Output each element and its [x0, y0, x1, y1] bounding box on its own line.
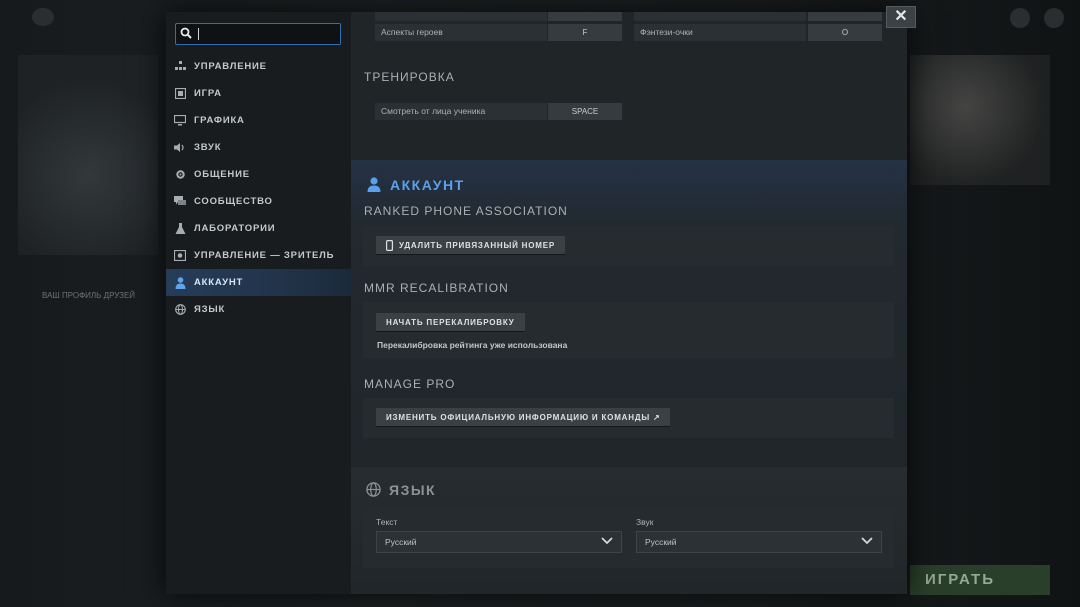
background-icon [1010, 8, 1030, 28]
speaker-icon [174, 142, 186, 154]
hotkey-label: Смотреть от лица ученика [381, 106, 486, 116]
sidebar-item-label: УПРАВЛЕНИЕ — ЗРИТЕЛЬ [194, 250, 335, 261]
sidebar-item-label: ОБЩЕНИЕ [194, 169, 250, 180]
sidebar-item-label: ЯЗЫК [194, 304, 226, 315]
text-language-value: Русский [385, 537, 417, 547]
search-icon [180, 27, 192, 39]
text-language-label: Текст [376, 517, 398, 527]
sound-language-value: Русский [645, 537, 677, 547]
sidebar-item-spectator[interactable]: УПРАВЛЕНИЕ — ЗРИТЕЛЬ [166, 242, 351, 269]
sidebar-item-account[interactable]: АККАУНТ [166, 269, 351, 296]
hotkey-row-fantasy-points: Фэнтези-очки [634, 24, 806, 41]
sidebar-item-language[interactable]: ЯЗЫК [166, 296, 351, 323]
section-title-phone: RANKED PHONE ASSOCIATION [364, 204, 568, 218]
flask-icon [174, 223, 186, 235]
phone-icon [386, 239, 393, 251]
settings-sidebar: УПРАВЛЕНИЕ ИГРА ГРАФИКА ЗВУК ОБЩЕНИЕ СОО… [166, 12, 351, 594]
section-title-training: ТРЕНИРОВКА [364, 70, 455, 84]
chat-icon [174, 196, 186, 208]
chevron-down-icon [601, 537, 613, 545]
hotkey-row-partial [634, 12, 806, 21]
hotkey-key-training[interactable]: SPACE [548, 103, 622, 120]
recalibration-note: Перекалибровка рейтинга уже использована [377, 340, 568, 350]
hotkey-row-hero-aspects: Аспекты героев [375, 24, 547, 41]
sound-language-dropdown[interactable]: Русский [636, 531, 882, 553]
hotkey-row-partial [375, 12, 547, 21]
chevron-down-icon [861, 537, 873, 545]
monitor-icon [174, 115, 186, 127]
sidebar-item-label: ЗВУК [194, 142, 222, 153]
hotkey-key-partial[interactable] [808, 12, 882, 21]
sidebar-item-label: ЛАБОРАТОРИИ [194, 223, 276, 234]
hotkey-key-partial[interactable] [548, 12, 622, 21]
sound-language-label: Звук [636, 517, 654, 527]
sidebar-item-graphics[interactable]: ГРАФИКА [166, 107, 351, 134]
sidebar-item-label: УПРАВЛЕНИЕ [194, 61, 267, 72]
section-title-mmr: MMR RECALIBRATION [364, 281, 509, 295]
remove-phone-label: УДАЛИТЬ ПРИВЯЗАННЫЙ НОМЕР [399, 240, 556, 250]
background-hero-art [18, 55, 158, 255]
background-caption: ВАШ ПРОФИЛЬ ДРУЗЕЙ [42, 291, 136, 300]
grid-icon [174, 61, 186, 73]
settings-modal: УПРАВЛЕНИЕ ИГРА ГРАФИКА ЗВУК ОБЩЕНИЕ СОО… [166, 12, 907, 594]
sidebar-item-social[interactable]: ОБЩЕНИЕ [166, 161, 351, 188]
text-caret [198, 28, 199, 40]
search-input[interactable] [175, 23, 341, 45]
background-play-label: ИГРАТЬ [925, 571, 996, 588]
text-language-dropdown[interactable]: Русский [376, 531, 622, 553]
sidebar-item-label: АККАУНТ [194, 277, 244, 288]
background-icon [32, 8, 54, 26]
remove-phone-button[interactable]: УДАЛИТЬ ПРИВЯЗАННЫЙ НОМЕР [376, 236, 566, 254]
edit-pro-info-label: ИЗМЕНИТЬ ОФИЦИАЛЬНУЮ ИНФОРМАЦИЮ И КОМАНД… [386, 412, 661, 422]
globe-icon [174, 304, 186, 316]
section-title-pro: MANAGE PRO [364, 377, 456, 391]
background-news-art [910, 55, 1050, 185]
background-icon [1044, 8, 1064, 28]
game-icon [174, 88, 186, 100]
edit-pro-info-button[interactable]: ИЗМЕНИТЬ ОФИЦИАЛЬНУЮ ИНФОРМАЦИЮ И КОМАНД… [376, 408, 671, 426]
gear-icon [174, 169, 186, 181]
user-icon [174, 276, 186, 289]
sidebar-item-labs[interactable]: ЛАБОРАТОРИИ [166, 215, 351, 242]
recalibrate-label: НАЧАТЬ ПЕРЕКАЛИБРОВКУ [386, 317, 515, 327]
hotkey-label: Аспекты героев [381, 27, 443, 37]
sidebar-item-label: ГРАФИКА [194, 115, 245, 126]
settings-content: Аспекты героев F Фэнтези-очки O ТРЕНИРОВ… [351, 12, 907, 594]
sidebar-item-label: ИГРА [194, 88, 222, 99]
user-icon [367, 177, 381, 192]
sidebar-item-game[interactable]: ИГРА [166, 80, 351, 107]
hotkey-label: Фэнтези-очки [640, 27, 693, 37]
sidebar-item-label: СООБЩЕСТВО [194, 196, 273, 207]
recalibrate-button[interactable]: НАЧАТЬ ПЕРЕКАЛИБРОВКУ [376, 313, 525, 331]
close-button[interactable]: ✕ [886, 6, 916, 28]
account-title: АККАУНТ [390, 177, 465, 193]
language-title: ЯЗЫК [389, 482, 437, 498]
sidebar-item-community[interactable]: СООБЩЕСТВО [166, 188, 351, 215]
globe-icon [366, 482, 381, 497]
camera-icon [174, 250, 186, 262]
hotkey-key-hero-aspects[interactable]: F [548, 24, 622, 41]
sidebar-item-controls[interactable]: УПРАВЛЕНИЕ [166, 53, 351, 80]
sidebar-item-sound[interactable]: ЗВУК [166, 134, 351, 161]
hotkey-key-fantasy-points[interactable]: O [808, 24, 882, 41]
hotkey-row-training: Смотреть от лица ученика [375, 103, 547, 120]
